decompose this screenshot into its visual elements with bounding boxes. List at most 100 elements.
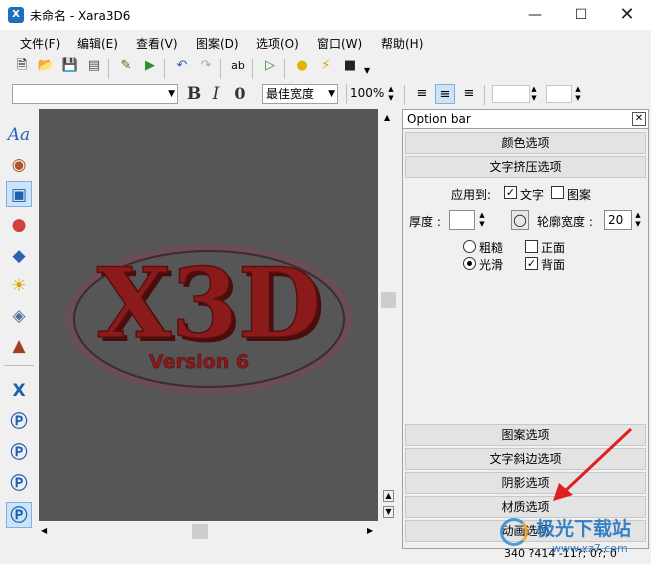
toolbar-separator	[108, 59, 109, 79]
bevel-icon[interactable]: ◆	[6, 243, 32, 269]
menu-view[interactable]: 查看(V)	[136, 35, 178, 52]
maximize-button[interactable]: ☐	[558, 0, 604, 30]
scroll-right-icon[interactable]: ▶	[367, 526, 373, 535]
open-folder-icon[interactable]: 📂	[36, 56, 56, 76]
menu-edit[interactable]: 编辑(E)	[77, 35, 118, 52]
animation-x-outline-icon[interactable]: Ⓟ	[6, 409, 32, 435]
properties-icon[interactable]: ✎	[116, 56, 136, 76]
toolbar-separator	[220, 59, 221, 79]
width-mode-combo[interactable]: 最佳宽度 ▼	[262, 84, 338, 104]
scroll-up-icon[interactable]: ▲	[384, 113, 390, 122]
scroll-left-icon[interactable]: ◀	[41, 526, 47, 535]
color-palette-icon[interactable]: ◉	[6, 152, 32, 178]
toolbar-separator	[404, 85, 405, 105]
section-extrude-options[interactable]: 文字挤压选项	[405, 156, 646, 178]
animation-x-rotate-icon[interactable]: Ⓟ	[6, 440, 32, 466]
extrude-cube-icon[interactable]: ▣	[6, 181, 32, 207]
animation-x-spin-icon[interactable]: Ⓟ	[6, 471, 32, 497]
effects-icon[interactable]: ⚡	[316, 56, 336, 76]
back-label: 背面	[541, 258, 566, 272]
rough-radio[interactable]	[463, 240, 476, 253]
xara3d-app-icon[interactable]: X	[8, 7, 24, 23]
new-file-icon[interactable]: 🗎	[12, 56, 32, 76]
char-spacing-spinner[interactable]: ▲ ▼	[572, 85, 584, 103]
outline-width-input[interactable]: 20	[604, 210, 632, 230]
scroll-up-fast-icon[interactable]: ▲	[383, 490, 394, 502]
toolbar-separator	[484, 85, 485, 105]
watermark-logo	[500, 518, 528, 546]
depth-label: 厚度 :	[409, 215, 441, 229]
chevron-down-icon: ▼	[328, 89, 335, 99]
font-combo[interactable]: ▼	[12, 84, 178, 104]
menu-design[interactable]: 图案(D)	[196, 35, 239, 52]
canvas-vertical-scrollbar[interactable]: ▲ ▲ ▼	[380, 109, 397, 521]
toolbar-separator	[252, 59, 253, 79]
minimize-button[interactable]: —	[512, 0, 558, 30]
texture-icon[interactable]: ◈	[6, 303, 32, 329]
export-image-icon[interactable]: ▤	[84, 56, 104, 76]
outline-width-icon[interactable]: ◯	[511, 210, 529, 230]
undo-icon[interactable]: ↶	[172, 56, 192, 76]
section-color-options[interactable]: 颜色选项	[405, 132, 646, 154]
align-left-icon[interactable]: ≡	[412, 84, 432, 104]
line-spacing-input[interactable]	[492, 85, 530, 103]
back-checkbox[interactable]: ✓	[525, 257, 538, 270]
zoom-spinner[interactable]: ▲ ▼	[385, 85, 397, 103]
main-toolbar: 🗎 📂 💾 ▤ ✎ ▶ ↶ ↷ ab ▷ ● ⚡ ■ ▼	[0, 56, 651, 82]
apply-text-checkbox[interactable]: ✓	[504, 186, 517, 199]
watermark-text: 极光下载站	[536, 518, 632, 540]
arrow-shaft	[561, 427, 633, 495]
chevron-down-icon: ▼	[168, 89, 175, 99]
canvas-horizontal-scrollbar[interactable]: ◀ ▶	[39, 523, 378, 540]
annotation-arrow	[553, 427, 633, 501]
menu-options[interactable]: 选项(O)	[256, 35, 299, 52]
depth-spinner[interactable]: ▲ ▼	[476, 211, 488, 229]
background-icon[interactable]: ■	[340, 56, 360, 76]
outline-button[interactable]: 0	[230, 84, 250, 104]
chevron-down-icon[interactable]: ▼	[364, 66, 370, 75]
italic-button[interactable]: I	[206, 84, 226, 104]
depth-input[interactable]	[449, 210, 475, 230]
scroll-down-fast-icon[interactable]: ▼	[383, 506, 394, 518]
outline-width-spinner[interactable]: ▲ ▼	[632, 211, 644, 229]
scroll-thumb[interactable]	[381, 292, 396, 308]
save-icon[interactable]: 💾	[60, 56, 80, 76]
material-sphere-icon[interactable]: ●	[6, 212, 32, 238]
outline-width-label: 轮廓宽度 :	[537, 215, 593, 229]
scroll-thumb[interactable]	[192, 524, 208, 539]
option-bar-header: Option bar ✕	[403, 110, 648, 129]
redo-icon[interactable]: ↷	[196, 56, 216, 76]
front-checkbox[interactable]	[525, 240, 538, 253]
play-animation-icon[interactable]: ▷	[260, 56, 280, 76]
menu-bar: 文件(F) 编辑(E) 查看(V) 图案(D) 选项(O) 窗口(W) 帮助(H…	[0, 31, 651, 53]
x3d-logo-graphic: X3D X3D Version 6	[66, 244, 352, 394]
smooth-label: 光滑	[479, 258, 504, 272]
watermark-url: www.xz7.com	[552, 542, 628, 555]
text-tool-icon[interactable]: Aa	[6, 122, 32, 148]
front-label: 正面	[541, 241, 566, 255]
menu-file[interactable]: 文件(F)	[20, 35, 60, 52]
bold-button[interactable]: B	[184, 84, 204, 104]
extrude-options-content: 应用到: ✓ 文字 图案 厚度 : ▲ ▼ ◯ 轮廓宽度 : 20 ▲ ▼ 粗糙 正…	[403, 180, 648, 422]
animation-x-selected-icon[interactable]: Ⓟ	[6, 502, 32, 528]
design-canvas[interactable]: X3D X3D Version 6	[39, 109, 378, 521]
lightbulb-icon[interactable]: ●	[292, 56, 312, 76]
window-title: 未命名 - Xara3D6	[30, 9, 131, 23]
shadow-icon[interactable]: ▲	[6, 333, 32, 359]
char-spacing-input[interactable]	[546, 85, 572, 103]
apply-pattern-checkbox[interactable]	[551, 186, 564, 199]
align-right-icon[interactable]: ≡	[459, 84, 479, 104]
smooth-radio[interactable]	[463, 257, 476, 270]
title-bar: X 未命名 - Xara3D6 — ☐ ✕	[0, 0, 651, 30]
close-button[interactable]: ✕	[604, 0, 650, 30]
align-center-icon[interactable]: ≡	[435, 84, 455, 104]
line-spacing-spinner[interactable]: ▲ ▼	[528, 85, 540, 103]
watermark: 极光下载站 www.xz7.com	[492, 512, 651, 562]
animation-x-icon[interactable]: X	[6, 378, 32, 404]
menu-window[interactable]: 窗口(W)	[317, 35, 362, 52]
option-bar-close-button[interactable]: ✕	[632, 112, 646, 126]
menu-help[interactable]: 帮助(H)	[381, 35, 423, 52]
run-icon[interactable]: ▶	[140, 56, 160, 76]
spellcheck-icon[interactable]: ab	[228, 56, 248, 76]
lighting-icon[interactable]: ☀	[6, 273, 32, 299]
